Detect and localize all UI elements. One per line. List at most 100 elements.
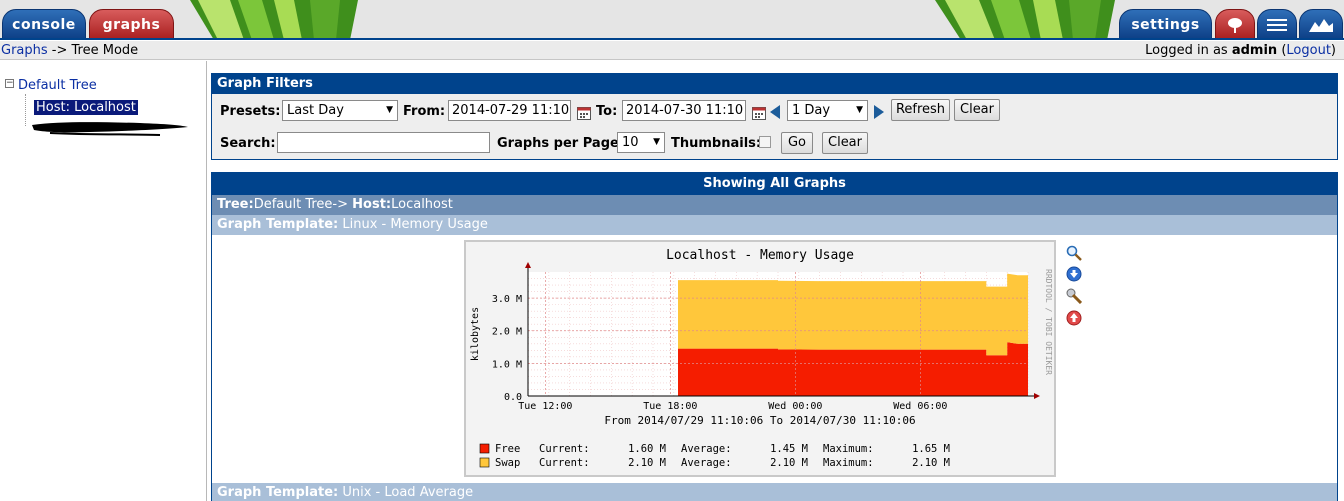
- tab-console[interactable]: console: [2, 9, 86, 38]
- to-label: To:: [596, 104, 618, 119]
- username: admin: [1231, 43, 1278, 58]
- calendar-icon[interactable]: [577, 106, 591, 120]
- shift-right-arrow-icon[interactable]: [874, 105, 884, 119]
- tree-label: Tree:: [217, 197, 254, 212]
- memory-usage-chart: 0.01.0 M2.0 M3.0 MTue 12:00 Tue 18:00 Wed …: [466, 242, 1054, 475]
- logout-paren-close: ): [1330, 43, 1336, 58]
- legend-series-name: Free: [495, 443, 520, 455]
- tree-item-default-tree[interactable]: Default Tree: [18, 78, 97, 93]
- tree-value: Default Tree->: [253, 197, 348, 212]
- legend-current-value: 1.60 M: [628, 443, 666, 455]
- timespan-select[interactable]: 1 Day ▼: [787, 100, 868, 121]
- leaf-banner-left: [190, 0, 358, 38]
- series-area-0: [678, 342, 1028, 396]
- breadcrumb-bar: Graphs -> Tree Mode Logged in as admin (…: [0, 41, 1344, 60]
- logged-in-label: Logged in as: [1145, 43, 1228, 58]
- legend-maximum-label: Maximum:: [823, 443, 874, 455]
- legend-current-label: Current:: [539, 443, 590, 455]
- from-label: From:: [403, 104, 446, 119]
- mountain-chart-icon: [1309, 18, 1333, 32]
- breadcrumb-current: -> Tree Mode: [51, 43, 139, 58]
- leaf-banner-right: [935, 0, 1115, 38]
- host-label: Host:: [352, 197, 392, 212]
- y-axis-label: kilobytes: [470, 307, 481, 361]
- wrench-icon[interactable]: [1066, 288, 1082, 304]
- clear-timespan-button[interactable]: Clear: [954, 99, 1000, 121]
- tab-settings[interactable]: settings: [1119, 9, 1212, 38]
- y-tick-label: 3.0 M: [492, 294, 522, 305]
- legend-maximum-value: 1.65 M: [912, 443, 950, 455]
- tab-tree-view[interactable]: [1215, 9, 1255, 38]
- x-tick-label: Wed 06:00: [893, 401, 947, 412]
- search-label: Search:: [220, 136, 276, 151]
- legend-average-label: Average:: [681, 457, 732, 469]
- x-tick-label: Wed 00:00: [768, 401, 822, 412]
- logout-link[interactable]: Logout: [1286, 43, 1331, 58]
- clear-search-button[interactable]: Clear: [822, 132, 868, 154]
- y-tick-label: 1.0 M: [492, 359, 522, 370]
- memory-usage-graph[interactable]: 0.0 1.0 M 2.0 M 3.0 M Tue 12:00 Tue 18:00 Wed …: [464, 240, 1056, 477]
- tree-collapse-toggle[interactable]: −: [5, 79, 14, 88]
- tree-sidebar: − Default Tree Host: Localhost: [0, 61, 207, 501]
- thumbnails-label: Thumbnails:: [671, 136, 762, 151]
- tab-graphs[interactable]: graphs: [89, 9, 174, 38]
- zoom-icon[interactable]: [1066, 245, 1082, 261]
- graph-template-label-2: Graph Template:: [217, 485, 339, 500]
- legend-maximum-label: Maximum:: [823, 457, 874, 469]
- chart-title: Localhost - Memory Usage: [666, 248, 854, 263]
- legend-average-value: 2.10 M: [770, 457, 808, 469]
- tab-list-view[interactable]: [1257, 9, 1297, 38]
- go-button[interactable]: Go: [781, 132, 813, 154]
- to-date-input[interactable]: 2014-07-30 11:10: [622, 100, 746, 121]
- calendar-icon[interactable]: [752, 106, 766, 120]
- legend-average-value: 1.45 M: [770, 443, 808, 455]
- presets-select[interactable]: Last Day ▼: [282, 100, 398, 121]
- refresh-button[interactable]: Refresh: [891, 99, 950, 121]
- tab-preview-view[interactable]: [1299, 9, 1343, 38]
- graph-template-row-2: Graph Template: Unix - Load Average: [212, 483, 1337, 501]
- presets-label: Presets:: [220, 104, 281, 119]
- graph-template-row: Graph Template: Linux - Memory Usage: [212, 215, 1337, 235]
- x-tick-label: Tue 18:00: [643, 401, 697, 412]
- breadcrumb: Graphs -> Tree Mode: [1, 41, 138, 60]
- graph-filters-title: Graph Filters: [212, 74, 1337, 94]
- legend-average-label: Average:: [681, 443, 732, 455]
- graphs-per-page-select[interactable]: 10 ▼: [617, 132, 665, 153]
- chevron-down-icon: ▼: [386, 105, 393, 115]
- legend-swatch: [479, 443, 490, 454]
- back-to-top-icon[interactable]: [1066, 310, 1082, 326]
- x-tick-label: Tue 12:00: [518, 401, 572, 412]
- tree-host-row: Tree:Default Tree-> Host:Localhost: [212, 195, 1337, 215]
- legend-maximum-value: 2.10 M: [912, 457, 950, 469]
- legend-swatch: [479, 457, 490, 468]
- presets-select-value: Last Day: [287, 103, 344, 118]
- y-tick-label: 2.0 M: [492, 327, 522, 338]
- graph-filters-panel: Graph Filters Presets: Last Day ▼ From: …: [211, 73, 1338, 160]
- graphs-panel-title: Showing All Graphs: [212, 173, 1337, 195]
- chevron-down-icon: ▼: [856, 105, 863, 115]
- redacted-tree-item: [32, 122, 188, 136]
- tree-connector: [25, 94, 26, 126]
- graphs-per-page-label: Graphs per Page:: [497, 136, 625, 151]
- graphs-per-page-value: 10: [622, 135, 639, 150]
- graph-template-value-2: Unix - Load Average: [342, 485, 474, 500]
- export-csv-icon[interactable]: [1066, 266, 1082, 282]
- graph-template-value: Linux - Memory Usage: [342, 217, 488, 232]
- shift-left-arrow-icon[interactable]: [770, 105, 780, 119]
- legend-current-value: 2.10 M: [628, 457, 666, 469]
- legend-series-name: Swap: [495, 457, 520, 469]
- top-tab-bar: console graphs settings: [0, 0, 1344, 40]
- list-icon: [1267, 18, 1287, 31]
- login-status: Logged in as admin (Logout): [1145, 41, 1336, 60]
- breadcrumb-link-graphs[interactable]: Graphs: [1, 43, 48, 58]
- host-value: Localhost: [391, 197, 453, 212]
- chart-range-text: From 2014/07/29 11:10:06 To 2014/07/30 1…: [604, 414, 915, 427]
- timespan-select-value: 1 Day: [792, 103, 831, 118]
- search-input[interactable]: [277, 132, 490, 153]
- from-date-input[interactable]: 2014-07-29 11:10: [448, 100, 571, 121]
- thumbnails-checkbox[interactable]: [759, 136, 771, 148]
- tree-icon: [1228, 17, 1242, 33]
- graphs-panel: Showing All Graphs Tree:Default Tree-> H…: [211, 172, 1338, 501]
- tree-item-localhost[interactable]: Host: Localhost: [34, 100, 138, 115]
- graph-template-label: Graph Template:: [217, 217, 339, 232]
